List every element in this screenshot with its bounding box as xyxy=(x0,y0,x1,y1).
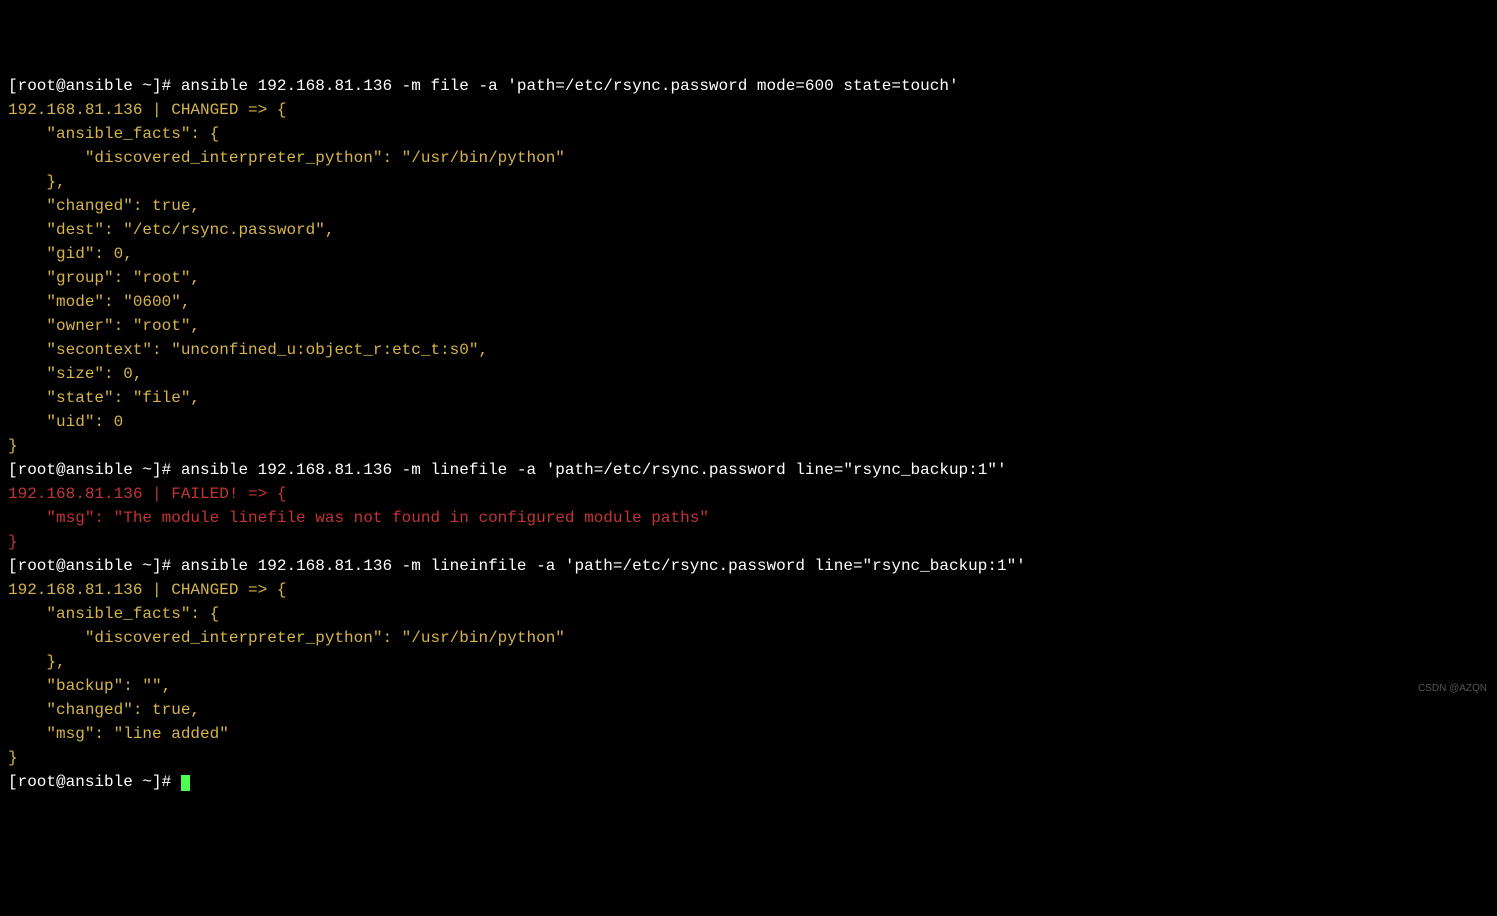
terminal-line: } xyxy=(8,749,18,767)
terminal-line: "ansible_facts": { xyxy=(8,125,219,143)
terminal-line: "changed": true, xyxy=(8,197,200,215)
terminal-line: "discovered_interpreter_python": "/usr/b… xyxy=(8,149,565,167)
terminal-line: "group": "root", xyxy=(8,269,200,287)
terminal-line: "owner": "root", xyxy=(8,317,200,335)
cursor-icon xyxy=(181,775,190,791)
terminal-line: "state": "file", xyxy=(8,389,200,407)
terminal-line: "dest": "/etc/rsync.password", xyxy=(8,221,334,239)
terminal-line: }, xyxy=(8,653,66,671)
terminal-line: "gid": 0, xyxy=(8,245,133,263)
terminal-line: 192.168.81.136 | CHANGED => { xyxy=(8,581,286,599)
watermark-text: CSDN @AZQN xyxy=(1418,681,1487,696)
terminal-line: }, xyxy=(8,173,66,191)
terminal-line: } xyxy=(8,533,18,551)
terminal-line: [root@ansible ~]# ansible 192.168.81.136… xyxy=(8,77,959,95)
terminal-line: "uid": 0 xyxy=(8,413,123,431)
terminal-line: "msg": "The module linefile was not foun… xyxy=(8,509,709,527)
terminal-line: } xyxy=(8,437,18,455)
terminal-line: "mode": "0600", xyxy=(8,293,190,311)
terminal-line: "ansible_facts": { xyxy=(8,605,219,623)
terminal-line: 192.168.81.136 | CHANGED => { xyxy=(8,101,286,119)
terminal-line: [root@ansible ~]# ansible 192.168.81.136… xyxy=(8,461,1007,479)
terminal-line: "backup": "", xyxy=(8,677,171,695)
terminal-line: "secontext": "unconfined_u:object_r:etc_… xyxy=(8,341,488,359)
terminal-line: "changed": true, xyxy=(8,701,200,719)
terminal-line: 192.168.81.136 | FAILED! => { xyxy=(8,485,286,503)
terminal-line: "size": 0, xyxy=(8,365,142,383)
terminal-line: [root@ansible ~]# ansible 192.168.81.136… xyxy=(8,557,1026,575)
terminal-output[interactable]: [root@ansible ~]# ansible 192.168.81.136… xyxy=(8,74,1489,794)
terminal-line: "msg": "line added" xyxy=(8,725,229,743)
terminal-line: "discovered_interpreter_python": "/usr/b… xyxy=(8,629,565,647)
terminal-prompt[interactable]: [root@ansible ~]# xyxy=(8,773,181,791)
